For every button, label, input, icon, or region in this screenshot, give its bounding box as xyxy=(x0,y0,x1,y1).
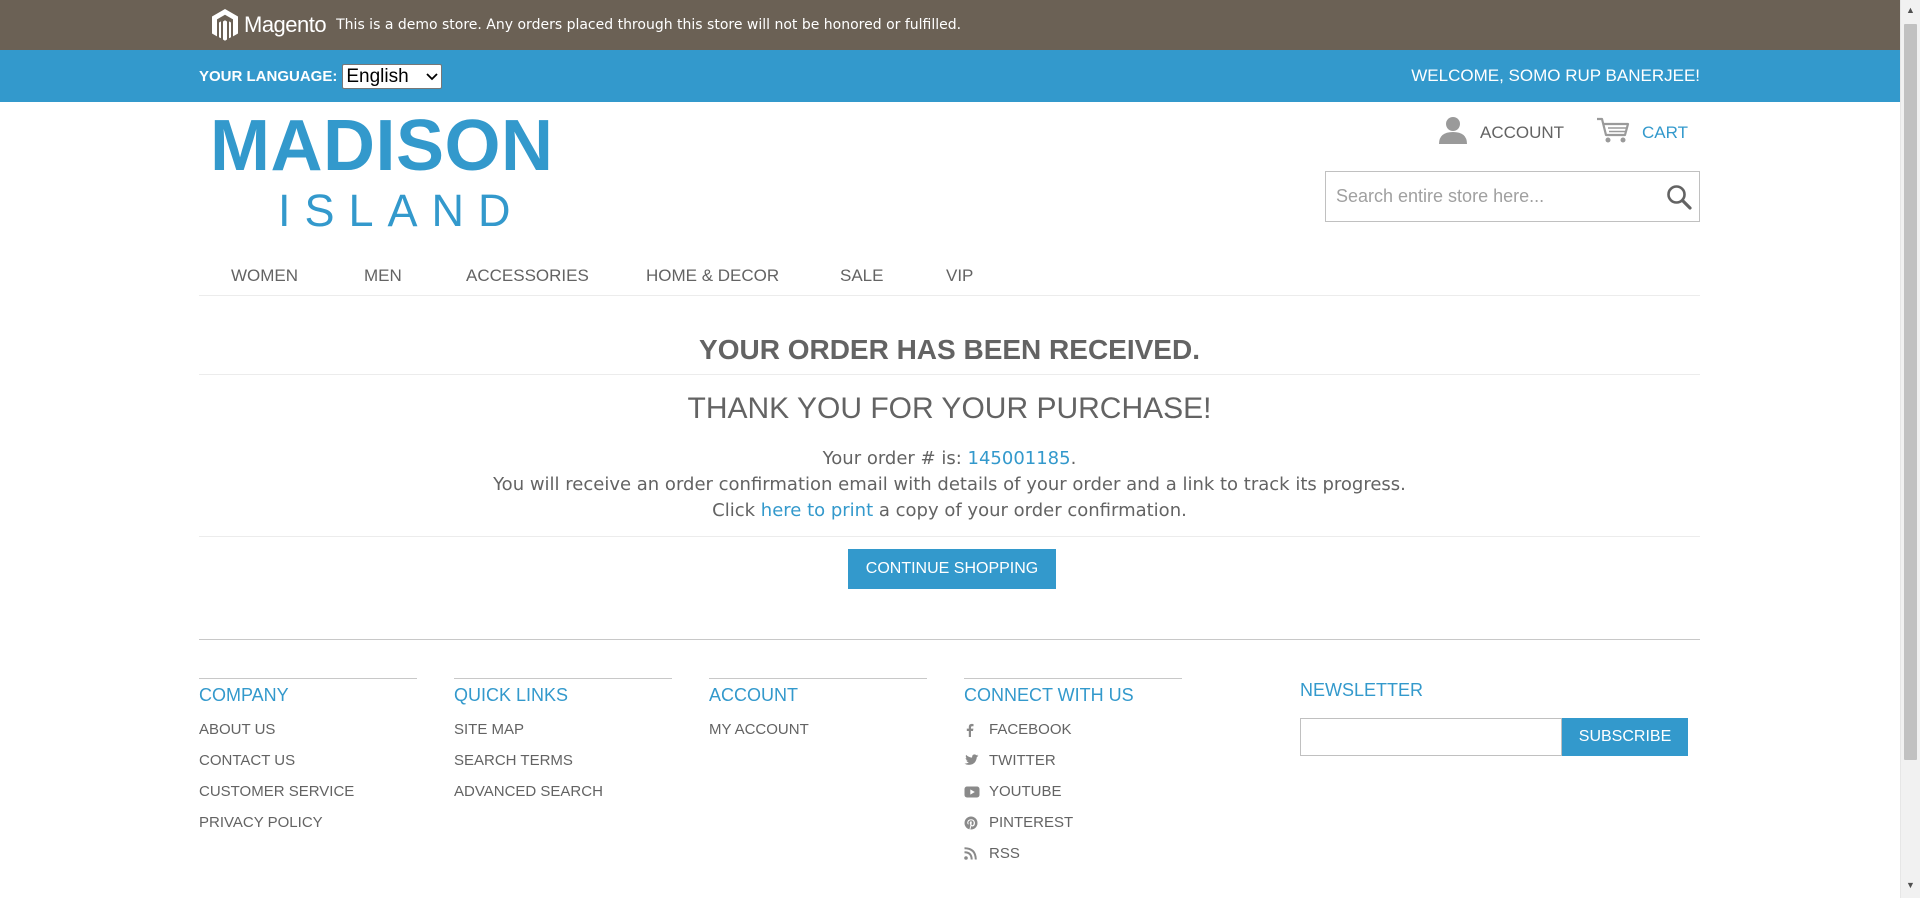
footer-link-youtube[interactable]: YOUTUBE xyxy=(964,776,1182,807)
language-label: YOUR LANGUAGE: xyxy=(199,68,338,85)
rss-icon xyxy=(964,847,989,860)
footer-link-twitter[interactable]: TWITTER xyxy=(964,745,1182,776)
main-navigation: WOMEN MEN ACCESSORIES HOME & DECOR SALE … xyxy=(199,262,1700,296)
order-number-prefix: Your order # is: xyxy=(822,448,968,469)
facebook-label: FACEBOOK xyxy=(989,721,1072,738)
order-number-link[interactable]: 145001185 xyxy=(968,448,1071,469)
footer-connect: CONNECT WITH US FACEBOOK TWITTER YOUTUBE… xyxy=(964,678,1182,869)
footer-link-my-account[interactable]: MY ACCOUNT xyxy=(709,714,927,745)
footer-link-pinterest[interactable]: PINTEREST xyxy=(964,807,1182,838)
title-divider xyxy=(199,374,1700,375)
footer-link-about-us[interactable]: ABOUT US xyxy=(199,714,417,745)
footer-quick-links-title: QUICK LINKS xyxy=(454,685,569,705)
newsletter-title: NEWSLETTER xyxy=(1300,680,1424,700)
chevron-down-icon xyxy=(426,72,438,80)
footer-company-title: COMPANY xyxy=(199,685,289,705)
welcome-message: WELCOME, SOMO RUP BANERJEE! xyxy=(1411,66,1700,85)
nav-item-men[interactable]: MEN xyxy=(364,266,402,286)
cart-label: CART xyxy=(1642,122,1688,142)
scrollbar-thumb[interactable] xyxy=(1904,24,1917,760)
footer-link-rss[interactable]: RSS xyxy=(964,838,1182,869)
twitter-label: TWITTER xyxy=(989,752,1056,769)
account-label: ACCOUNT xyxy=(1480,122,1565,142)
footer-connect-title: CONNECT WITH US xyxy=(964,685,1134,705)
cart-link[interactable]: CART xyxy=(1596,116,1688,149)
language-select[interactable]: English xyxy=(342,64,443,89)
account-link[interactable]: ACCOUNT xyxy=(1438,116,1564,149)
magento-logo: Magento xyxy=(211,8,327,42)
print-prefix: Click xyxy=(712,500,761,521)
footer-company: COMPANY ABOUT US CONTACT US CUSTOMER SER… xyxy=(199,678,417,838)
cart-icon xyxy=(1596,116,1630,149)
footer-account-title: ACCOUNT xyxy=(709,685,798,705)
print-suffix: a copy of your order confirmation. xyxy=(873,500,1187,521)
footer-link-search-terms[interactable]: SEARCH TERMS xyxy=(454,745,672,776)
nav-item-vip[interactable]: VIP xyxy=(946,266,973,286)
order-number-line: Your order # is: 145001185. xyxy=(199,448,1700,469)
footer-quick-links: QUICK LINKS SITE MAP SEARCH TERMS ADVANC… xyxy=(454,678,672,807)
content-divider xyxy=(199,536,1700,537)
demo-notice-bar: Magento This is a demo store. Any orders… xyxy=(0,0,1900,50)
footer-link-facebook[interactable]: FACEBOOK xyxy=(964,714,1182,745)
footer-link-customer-service[interactable]: CUSTOMER SERVICE xyxy=(199,776,417,807)
pinterest-icon xyxy=(964,816,989,830)
footer-link-advanced-search[interactable]: ADVANCED SEARCH xyxy=(454,776,672,807)
user-icon xyxy=(1438,116,1468,149)
nav-item-home-decor[interactable]: HOME & DECOR xyxy=(646,266,779,286)
scroll-up-arrow-icon[interactable]: ▲ xyxy=(1906,5,1915,15)
footer-link-site-map[interactable]: SITE MAP xyxy=(454,714,672,745)
nav-item-sale[interactable]: SALE xyxy=(840,266,883,286)
magento-logo-text: Magento xyxy=(244,12,327,37)
youtube-label: YOUTUBE xyxy=(989,783,1062,800)
newsletter-form: SUBSCRIBE xyxy=(1300,718,1688,756)
scroll-down-arrow-icon[interactable]: ▼ xyxy=(1906,880,1915,890)
vertical-scrollbar[interactable]: ▲ ▼ xyxy=(1900,0,1920,898)
language-selected-value: English xyxy=(346,65,409,87)
subscribe-button[interactable]: SUBSCRIBE xyxy=(1562,718,1688,756)
footer-link-contact-us[interactable]: CONTACT US xyxy=(199,745,417,776)
footer-link-privacy-policy[interactable]: PRIVACY POLICY xyxy=(199,807,417,838)
facebook-icon xyxy=(964,723,989,737)
nav-item-women[interactable]: WOMEN xyxy=(231,266,298,286)
search-box: Search entire store here... xyxy=(1325,171,1700,222)
rss-label: RSS xyxy=(989,845,1020,862)
pinterest-label: PINTEREST xyxy=(989,814,1074,831)
thank-you-heading: THANK YOU FOR YOUR PURCHASE! xyxy=(687,392,1212,425)
search-icon[interactable] xyxy=(1659,184,1699,210)
logo-main-text: MADISON xyxy=(210,106,554,186)
store-logo[interactable]: MADISON ISLAND xyxy=(210,110,555,236)
twitter-icon xyxy=(964,754,989,767)
language-bar: YOUR LANGUAGE: English WELCOME, SOMO RUP… xyxy=(0,50,1900,102)
footer-account: ACCOUNT MY ACCOUNT xyxy=(709,678,927,745)
email-confirmation-message: You will receive an order confirmation e… xyxy=(493,474,1406,495)
continue-shopping-button[interactable]: CONTINUE SHOPPING xyxy=(848,549,1056,589)
footer-divider xyxy=(199,639,1700,640)
magento-logo-icon xyxy=(212,9,238,41)
newsletter-email-input[interactable] xyxy=(1300,718,1562,756)
search-input[interactable]: Search entire store here... xyxy=(1326,186,1659,207)
order-number-suffix: . xyxy=(1070,448,1077,469)
nav-item-accessories[interactable]: ACCESSORIES xyxy=(466,266,589,286)
print-line: Click here to print a copy of your order… xyxy=(199,500,1700,521)
logo-sub-text: ISLAND xyxy=(278,185,525,236)
print-link[interactable]: here to print xyxy=(761,500,873,521)
youtube-icon xyxy=(964,786,989,798)
footer-newsletter: NEWSLETTER SUBSCRIBE xyxy=(1300,680,1688,756)
page-title: YOUR ORDER HAS BEEN RECEIVED. xyxy=(699,334,1200,365)
demo-notice-text: This is a demo store. Any orders placed … xyxy=(336,17,962,33)
